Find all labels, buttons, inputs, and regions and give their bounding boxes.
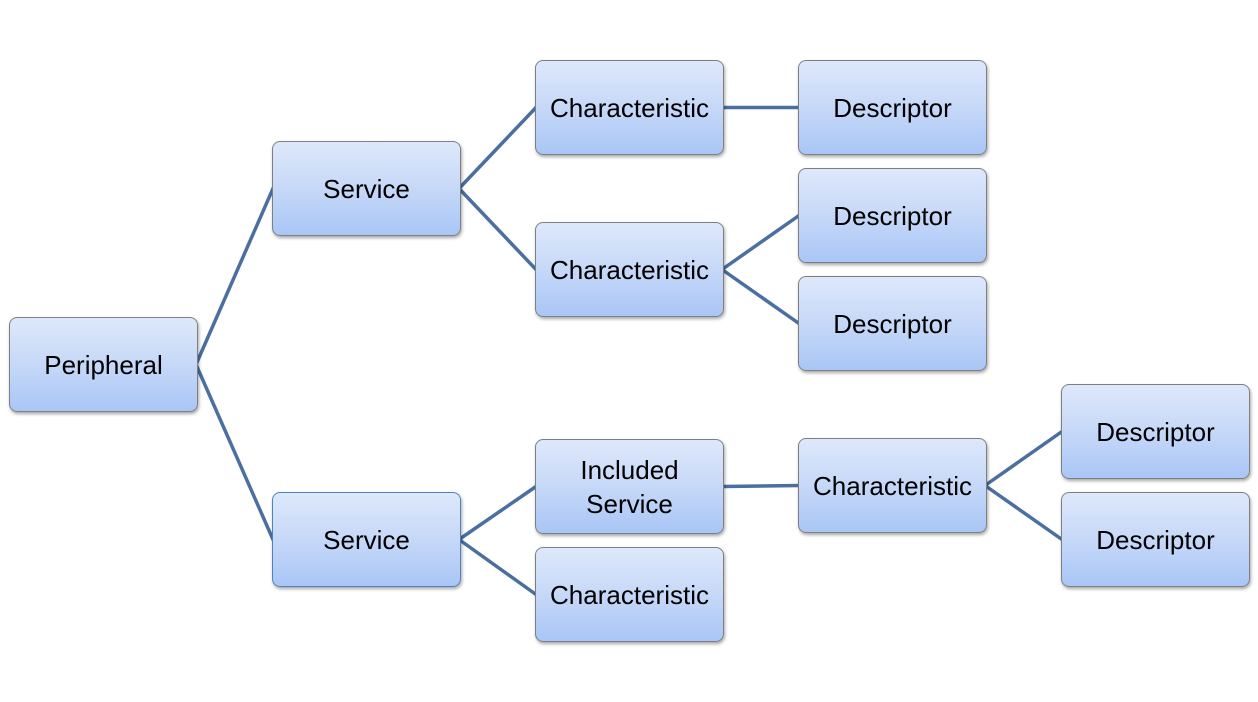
connector-characteristic-4-to-descriptor-4 [983, 429, 1064, 488]
node-characteristic-4[interactable]: Characteristic [798, 438, 987, 533]
node-service-2[interactable]: Service [272, 492, 461, 587]
node-service-1[interactable]: Service [272, 141, 461, 236]
node-descriptor-4[interactable]: Descriptor [1061, 384, 1250, 479]
node-characteristic-3[interactable]: Characteristic [535, 547, 724, 642]
connector-included-service-to-characteristic-4 [720, 483, 801, 489]
connector-service-2-to-included-service [457, 484, 538, 542]
node-characteristic-1[interactable]: Characteristic [535, 60, 724, 155]
connector-characteristic-2-to-descriptor-2 [720, 213, 801, 272]
diagram-canvas: Peripheral Service Service Characteristi… [0, 0, 1258, 702]
node-included-service[interactable]: Included Service [535, 439, 724, 534]
connector-service-2-to-characteristic-3 [457, 537, 538, 597]
node-peripheral[interactable]: Peripheral [9, 317, 198, 412]
connector-service-1-to-characteristic-2 [457, 186, 538, 272]
connector-peripheral-to-service-2 [194, 362, 275, 542]
node-descriptor-2[interactable]: Descriptor [798, 168, 987, 263]
connector-characteristic-4-to-descriptor-5 [983, 483, 1064, 542]
node-descriptor-5[interactable]: Descriptor [1061, 492, 1250, 587]
connector-service-1-to-characteristic-1 [457, 105, 538, 191]
node-descriptor-3[interactable]: Descriptor [798, 276, 987, 371]
node-characteristic-2[interactable]: Characteristic [535, 222, 724, 317]
node-descriptor-1[interactable]: Descriptor [798, 60, 987, 155]
connector-peripheral-to-service-1 [194, 186, 275, 367]
connector-characteristic-2-to-descriptor-3 [720, 267, 801, 326]
